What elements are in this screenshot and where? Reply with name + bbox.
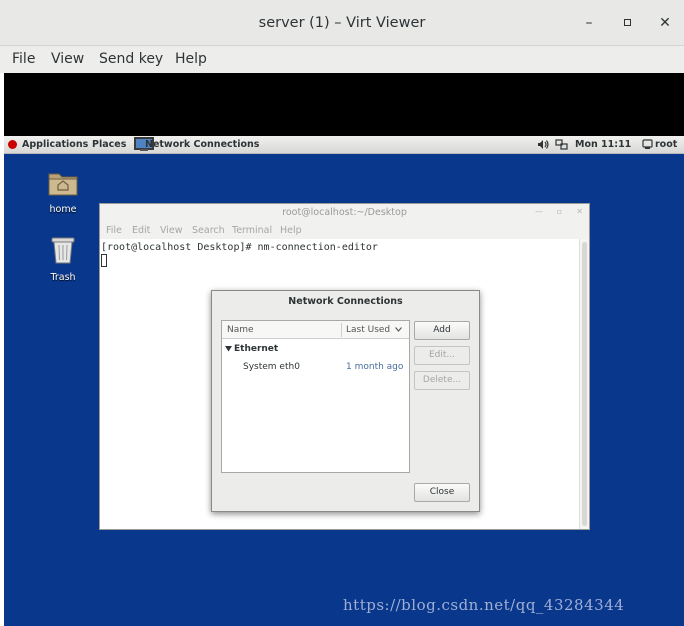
edit-button[interactable]: Edit... bbox=[414, 346, 470, 365]
list-header: Name Last Used bbox=[222, 321, 409, 339]
terminal-scrollbar-thumb[interactable] bbox=[582, 242, 587, 526]
close-button[interactable]: ✕ bbox=[656, 14, 674, 32]
terminal-menu-view[interactable]: View bbox=[160, 225, 183, 236]
terminal-cursor bbox=[101, 254, 107, 267]
close-button[interactable]: Close bbox=[414, 483, 470, 502]
network-connections-dialog[interactable]: Network Connections Name Last Used Ether… bbox=[211, 290, 480, 512]
minimize-button[interactable]: – bbox=[580, 14, 598, 32]
applications-menu[interactable]: Applications bbox=[22, 139, 88, 150]
places-menu[interactable]: Places bbox=[92, 139, 126, 150]
list-item[interactable]: System eth0 1 month ago bbox=[222, 360, 409, 376]
terminal-maximize-icon[interactable]: ▫ bbox=[557, 207, 562, 216]
maximize-icon bbox=[623, 19, 631, 26]
column-header-last-used-label: Last Used bbox=[346, 325, 391, 335]
terminal-prompt-line: [root@localhost Desktop]# nm-connection-… bbox=[101, 242, 378, 253]
terminal-menu-help[interactable]: Help bbox=[280, 225, 302, 236]
menu-view[interactable]: View bbox=[51, 51, 84, 67]
delete-button[interactable]: Delete... bbox=[414, 371, 470, 390]
desktop-icon-home[interactable]: home bbox=[33, 169, 93, 215]
terminal-title: root@localhost:~/Desktop bbox=[100, 204, 589, 221]
add-button[interactable]: Add bbox=[414, 321, 470, 340]
menu-file[interactable]: File bbox=[12, 51, 35, 67]
terminal-minimize-icon[interactable]: — bbox=[535, 207, 543, 216]
desktop-icon-label: home bbox=[49, 204, 77, 215]
terminal-menu-file[interactable]: File bbox=[106, 225, 122, 236]
list-group-ethernet[interactable]: Ethernet bbox=[222, 342, 409, 358]
menu-help[interactable]: Help bbox=[175, 51, 207, 67]
watermark: https://blog.csdn.net/qq_43284344 bbox=[343, 596, 625, 614]
taskbar-network-connections[interactable]: Network Connections bbox=[145, 139, 259, 150]
terminal-menu-terminal[interactable]: Terminal bbox=[232, 225, 272, 236]
desktop-icon-label: Trash bbox=[50, 272, 76, 283]
clock[interactable]: Mon 11:11 bbox=[575, 139, 631, 150]
desktop-icon-trash[interactable]: Trash bbox=[33, 235, 93, 283]
redhat-logo-icon bbox=[8, 140, 17, 149]
user-menu[interactable]: root bbox=[655, 139, 677, 150]
terminal-menubar: File Edit View Search Terminal Help bbox=[100, 221, 589, 239]
trash-icon bbox=[51, 237, 75, 264]
connection-name: System eth0 bbox=[243, 362, 300, 372]
terminal-scrollbar[interactable] bbox=[579, 239, 589, 529]
chevron-down-icon bbox=[395, 327, 402, 332]
dialog-title: Network Connections bbox=[288, 296, 403, 307]
maximize-button[interactable] bbox=[618, 14, 636, 32]
folder-home-icon bbox=[48, 173, 78, 196]
guest-display[interactable]: Applications Places Network Connections … bbox=[4, 136, 684, 626]
display-border bbox=[4, 73, 684, 136]
connection-last-used: 1 month ago bbox=[346, 362, 404, 372]
column-header-last-used[interactable]: Last Used bbox=[346, 325, 402, 335]
window-titlebar[interactable]: server (1) – Virt Viewer – ✕ bbox=[0, 0, 684, 46]
column-separator bbox=[341, 323, 342, 337]
terminal-close-icon[interactable]: ✕ bbox=[576, 207, 583, 216]
group-label: Ethernet bbox=[234, 344, 279, 354]
gnome-top-bar: Applications Places Network Connections … bbox=[4, 136, 684, 154]
menubar: File View Send key Help bbox=[0, 46, 684, 73]
network-icon[interactable] bbox=[555, 139, 568, 150]
expander-triangle-icon[interactable] bbox=[225, 346, 232, 352]
user-icon bbox=[642, 139, 653, 149]
menu-send-key[interactable]: Send key bbox=[99, 51, 163, 67]
column-header-name[interactable]: Name bbox=[227, 325, 254, 335]
terminal-menu-search[interactable]: Search bbox=[192, 225, 225, 236]
connections-list[interactable]: Name Last Used Ethernet System eth0 1 mo… bbox=[221, 320, 410, 473]
terminal-menu-edit[interactable]: Edit bbox=[132, 225, 150, 236]
speaker-icon[interactable] bbox=[537, 139, 549, 150]
